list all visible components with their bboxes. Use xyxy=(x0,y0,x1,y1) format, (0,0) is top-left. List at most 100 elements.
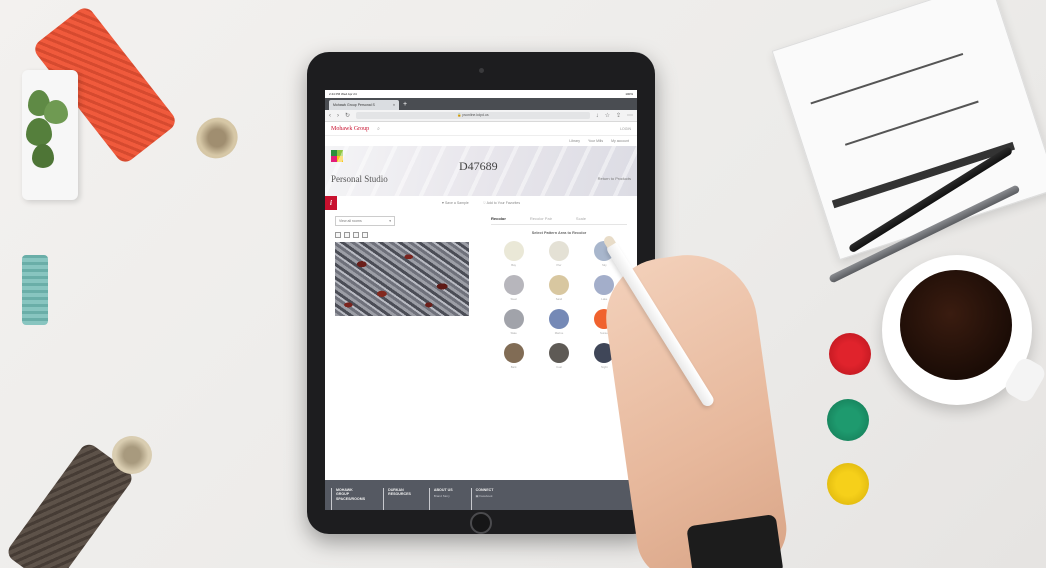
site-footer: MOHAWK GROUP SPACES/ROOMS DURKAN RESOURC… xyxy=(325,480,637,510)
color-dot[interactable] xyxy=(548,275,569,295)
new-tab-icon[interactable]: + xyxy=(403,100,407,110)
mills-link[interactable]: Your Mills xyxy=(588,139,603,143)
green-pompom xyxy=(827,399,869,441)
recolor-tabs: Recolor Recolor Pair Scale xyxy=(491,216,627,225)
browser-tab-bar: Mohawk Group Personal S × + xyxy=(325,98,637,110)
carpet-pattern-preview[interactable] xyxy=(335,242,469,316)
blueprint-line xyxy=(810,53,964,105)
library-link[interactable]: Library xyxy=(569,139,580,143)
room-view-value: View all rooms xyxy=(339,219,362,223)
personal-studio-logo xyxy=(331,150,343,162)
color-dot[interactable] xyxy=(548,241,569,261)
logo-square xyxy=(337,150,343,156)
color-label: Steel xyxy=(510,297,517,301)
plant-leaf xyxy=(32,144,54,168)
color-swatch[interactable]: Coal xyxy=(548,343,569,369)
browser-tab-title: Mohawk Group Personal S xyxy=(333,103,375,107)
brown-spool-core xyxy=(112,436,152,474)
footer-column-mohawk: MOHAWK GROUP SPACES/ROOMS xyxy=(331,488,365,510)
footer-column-connect: CONNECT ▣ Facebook xyxy=(470,488,494,510)
color-dot[interactable] xyxy=(503,343,524,363)
view-toggle-group xyxy=(335,232,475,238)
color-label: Night xyxy=(601,365,608,369)
footer-column-about: ABOUT US Brand Story xyxy=(428,488,453,510)
url-text: psonline.kdpd.us xyxy=(462,113,489,117)
yellow-pompom xyxy=(827,463,869,505)
tab-recolor-pair[interactable]: Recolor Pair xyxy=(530,216,552,221)
footer-heading[interactable]: SPACES/ROOMS xyxy=(336,497,365,501)
footer-link[interactable]: Brand Story xyxy=(434,494,453,498)
browser-tab[interactable]: Mohawk Group Personal S × xyxy=(329,100,399,110)
color-swatch[interactable]: Pier xyxy=(548,241,569,267)
view-toggle-icon[interactable] xyxy=(353,232,359,238)
add-favorites-label: Add to Your Favorites xyxy=(486,201,521,205)
tab-scale[interactable]: Scale xyxy=(576,216,586,221)
footer-heading[interactable]: RESOURCES xyxy=(388,492,411,496)
color-label: Sand xyxy=(555,297,563,301)
facebook-label: Facebook xyxy=(479,494,493,499)
tab-recolor[interactable]: Recolor xyxy=(491,216,506,221)
color-dot[interactable] xyxy=(503,275,524,295)
ipad-screen: 2:44 PM Wed Apr 24 100% Mohawk Group Per… xyxy=(325,90,637,510)
view-toggle-icon[interactable] xyxy=(335,232,341,238)
orange-spool-core xyxy=(188,109,246,167)
login-link[interactable]: LOGIN xyxy=(620,127,631,131)
color-label: Sky xyxy=(601,263,607,267)
color-swatch[interactable]: Steel xyxy=(503,275,524,301)
site-logo[interactable]: Mohawk Group xyxy=(331,126,369,132)
download-icon[interactable]: ↓ xyxy=(596,113,599,119)
hero-banner: Personal Studio D47689 Return to Product… xyxy=(325,146,637,196)
blueprint-line xyxy=(844,100,979,146)
bookmark-icon[interactable]: ☆ xyxy=(605,112,610,119)
view-toggle-icon[interactable] xyxy=(362,232,368,238)
color-swatch[interactable]: Sand xyxy=(548,275,569,301)
info-icon[interactable]: i xyxy=(325,196,337,210)
desk-background: 2:44 PM Wed Apr 24 100% Mohawk Group Per… xyxy=(0,0,1046,568)
recolor-instruction: Select Pattern Area to Recolor xyxy=(531,231,587,235)
back-icon[interactable]: ‹ xyxy=(329,113,331,119)
footer-heading[interactable]: CONNECT xyxy=(476,488,494,492)
url-bar[interactable]: 🔒 psonline.kdpd.us xyxy=(356,112,590,119)
status-battery: 100% xyxy=(625,92,633,96)
dropdown-arrow-icon: ▾ xyxy=(389,219,391,223)
pattern-code: D47689 xyxy=(459,159,498,173)
ipad-device: 2:44 PM Wed Apr 24 100% Mohawk Group Per… xyxy=(307,52,655,534)
view-toggle-icon[interactable] xyxy=(344,232,350,238)
home-button[interactable] xyxy=(470,512,492,534)
reload-icon[interactable]: ↻ xyxy=(345,112,350,119)
color-label: Marine xyxy=(554,331,564,335)
color-dot[interactable] xyxy=(548,309,569,329)
status-bar: 2:44 PM Wed Apr 24 100% xyxy=(325,90,637,98)
return-to-products-link[interactable]: Return to Products xyxy=(598,176,631,181)
color-dot[interactable] xyxy=(548,343,569,363)
color-swatch[interactable]: Marine xyxy=(548,309,569,335)
color-swatch[interactable]: Bark xyxy=(503,343,524,369)
footer-link[interactable]: ▣ Facebook xyxy=(476,494,494,498)
product-content: View all rooms ▾ Recolor Recolor Pair Sc… xyxy=(325,210,637,410)
rolled-blueprint xyxy=(771,0,1046,261)
save-sample-link[interactable]: ♥ Save a Sample xyxy=(442,201,469,205)
more-icon[interactable]: ⋯ xyxy=(627,112,633,119)
succulent-plant xyxy=(22,70,78,200)
footer-column-durkan: DURKAN RESOURCES xyxy=(383,488,411,510)
logo-square xyxy=(337,156,343,162)
front-camera xyxy=(479,68,484,73)
save-sample-label: Save a Sample xyxy=(444,201,469,205)
logo-square xyxy=(331,156,337,162)
account-link[interactable]: My account xyxy=(611,139,629,143)
search-icon[interactable]: ⌕ xyxy=(377,126,380,132)
red-pompom xyxy=(829,333,871,375)
color-label: Coal xyxy=(556,365,562,369)
share-icon[interactable]: ⇪ xyxy=(616,112,621,119)
tab-close-icon[interactable]: × xyxy=(393,103,395,107)
footer-heading[interactable]: ABOUT US xyxy=(434,488,453,492)
color-swatch[interactable]: Slate xyxy=(503,309,524,335)
logo-square xyxy=(331,150,337,156)
add-favorites-link[interactable]: ♡ Add to Your Favorites xyxy=(483,201,520,205)
forward-icon[interactable]: › xyxy=(337,113,339,119)
color-swatch[interactable]: Bay xyxy=(503,241,524,267)
color-dot[interactable] xyxy=(503,309,524,329)
color-label: Bark xyxy=(510,365,517,369)
color-dot[interactable] xyxy=(503,241,524,261)
room-view-select[interactable]: View all rooms ▾ xyxy=(335,216,395,226)
